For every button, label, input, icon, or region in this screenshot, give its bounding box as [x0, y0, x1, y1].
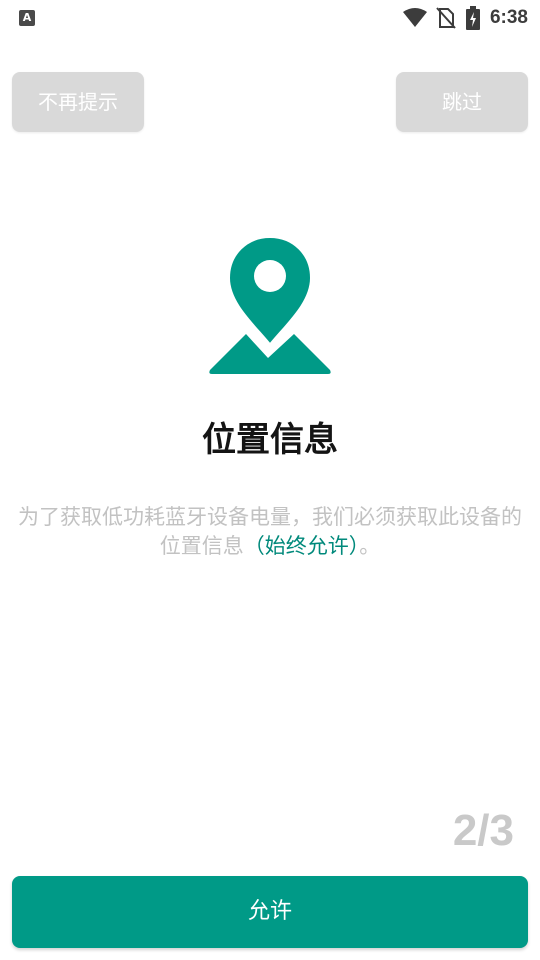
permission-description: 为了获取低功耗蓝牙设备电量，我们必须获取此设备的位置信息（始终允许）。	[14, 503, 526, 561]
location-map-icon	[208, 233, 332, 376]
description-suffix: 。	[359, 534, 381, 558]
no-sim-icon	[436, 7, 456, 29]
page-indicator: 2/3	[452, 806, 514, 855]
always-allow-highlight: （始终允许）	[243, 534, 360, 558]
status-time: 6:38	[489, 7, 528, 28]
wifi-icon	[402, 8, 428, 28]
battery-charging-icon	[465, 6, 480, 30]
skip-button[interactable]: 跳过	[396, 72, 528, 132]
status-bar: A 6:38	[0, 0, 540, 36]
page-title: 位置信息	[202, 420, 338, 460]
app-notification-icon: A	[19, 10, 35, 26]
allow-button[interactable]: 允许	[12, 876, 528, 948]
no-remind-button[interactable]: 不再提示	[12, 72, 144, 132]
status-icons: 6:38	[402, 5, 528, 31]
